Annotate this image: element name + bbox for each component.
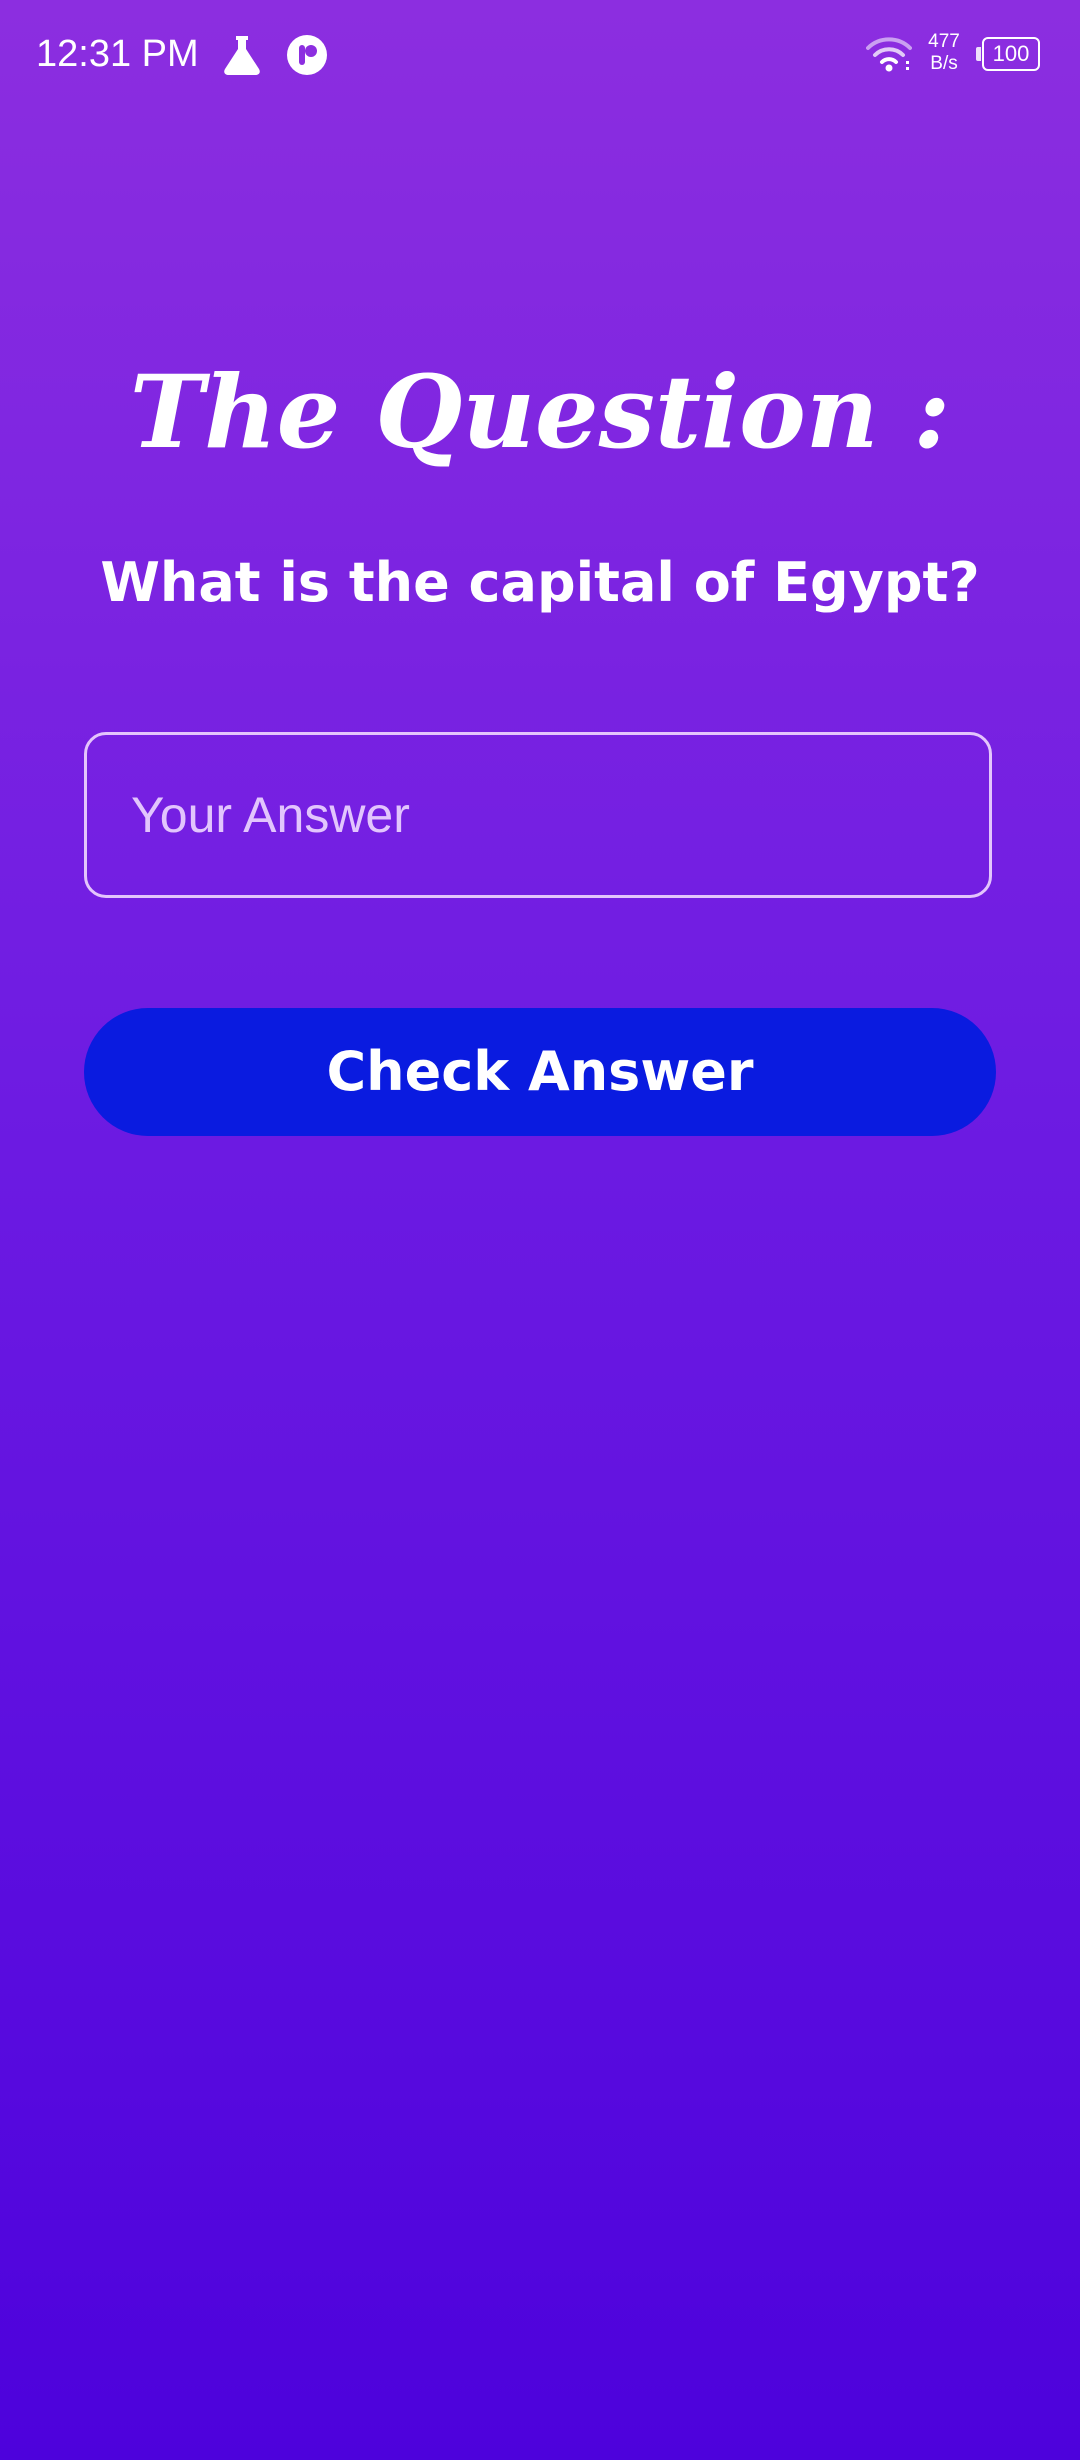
status-time: 12:31 PM — [36, 33, 199, 75]
page-title: The Question : — [129, 353, 951, 471]
question-text: What is the capital of Egypt? — [100, 551, 980, 614]
battery-cap — [976, 47, 981, 61]
battery-level: 100 — [982, 37, 1040, 71]
status-bar: 12:31 PM 477 B/s 100 — [0, 0, 1080, 110]
network-speed-value: 477 — [928, 31, 960, 52]
wifi-icon — [866, 37, 912, 72]
answer-field[interactable] — [84, 732, 992, 898]
check-answer-button[interactable]: Check Answer — [84, 1008, 996, 1136]
network-speed-unit: B/s — [930, 53, 958, 74]
answer-input[interactable] — [87, 735, 989, 895]
battery-icon: 100 — [976, 37, 1042, 71]
network-speed: 477 B/s — [924, 31, 964, 75]
app-badge-icon — [287, 35, 327, 75]
flask-icon — [224, 36, 260, 75]
